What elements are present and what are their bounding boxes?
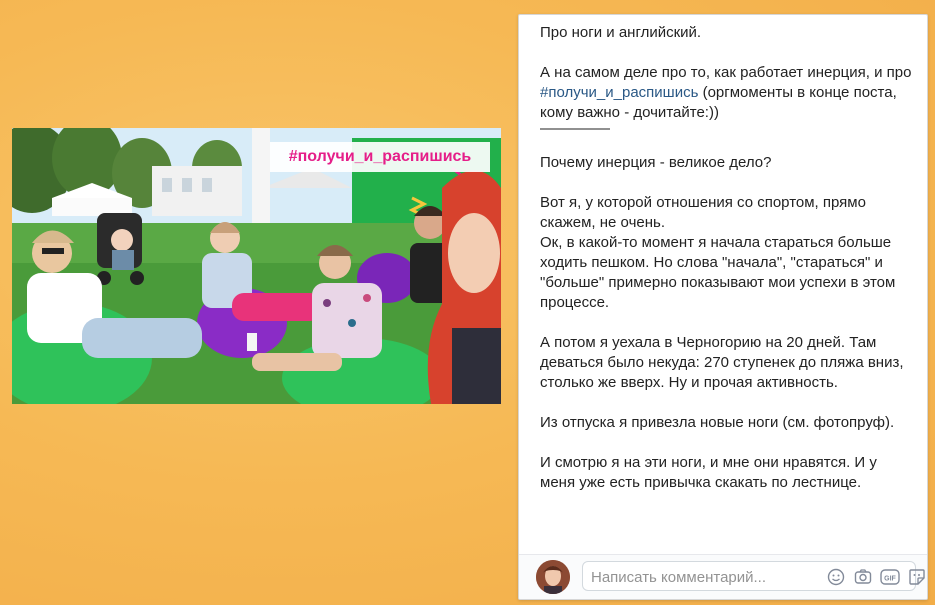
sticker-icon[interactable]	[907, 567, 927, 587]
post-line: Из отпуска я привезла новые ноги (см. фо…	[540, 414, 895, 431]
post-paragraph: А потом я уехала в Черногорию на 20 дней…	[540, 333, 915, 393]
post-paragraph: Почему инерция - великое дело?	[540, 153, 915, 173]
avatar-image	[536, 560, 570, 594]
gif-icon[interactable]: GIF	[880, 567, 900, 587]
photo-hashtag-overlay: #получи_и_распишись	[270, 142, 490, 172]
post-line: А на самом деле про то, как работает ине…	[540, 64, 912, 81]
avatar[interactable]	[536, 560, 570, 594]
post-paragraph: Про ноги и английский.	[540, 23, 915, 43]
post-line: Почему инерция - великое дело?	[540, 154, 772, 171]
comment-field[interactable]: GIF	[582, 561, 925, 591]
hashtag-link[interactable]: #получи_и_распишись	[540, 84, 698, 101]
post-paragraph: Вот я, у которой отношения со спортом, п…	[540, 193, 915, 313]
post-line: А потом я уехала в Черногорию на 20 дней…	[540, 334, 904, 391]
post-line: И смотрю я на эти ноги, и мне они нравят…	[540, 454, 877, 491]
post-divider	[540, 128, 610, 130]
post-line: Вот я, у которой отношения со спортом, п…	[540, 194, 866, 231]
comment-input[interactable]	[589, 565, 793, 589]
post-line: Ок, в какой-то момент я начала стараться…	[540, 234, 896, 311]
smile-icon[interactable]	[826, 567, 846, 587]
post-paragraph: Из отпуска я привезла новые ноги (см. фо…	[540, 413, 915, 433]
camera-icon[interactable]	[853, 567, 873, 587]
post-line: Про ноги и английский.	[540, 24, 702, 41]
post-text: Про ноги и английский. А на самом деле п…	[540, 23, 915, 513]
post-paragraph: И смотрю я на эти ноги, и мне они нравят…	[540, 453, 915, 493]
comment-bar: GIF	[519, 554, 927, 599]
post-panel: Про ноги и английский. А на самом деле п…	[518, 14, 928, 600]
post-paragraph: А на самом деле про то, как работает ине…	[540, 63, 915, 123]
svg-text:GIF: GIF	[884, 576, 896, 583]
